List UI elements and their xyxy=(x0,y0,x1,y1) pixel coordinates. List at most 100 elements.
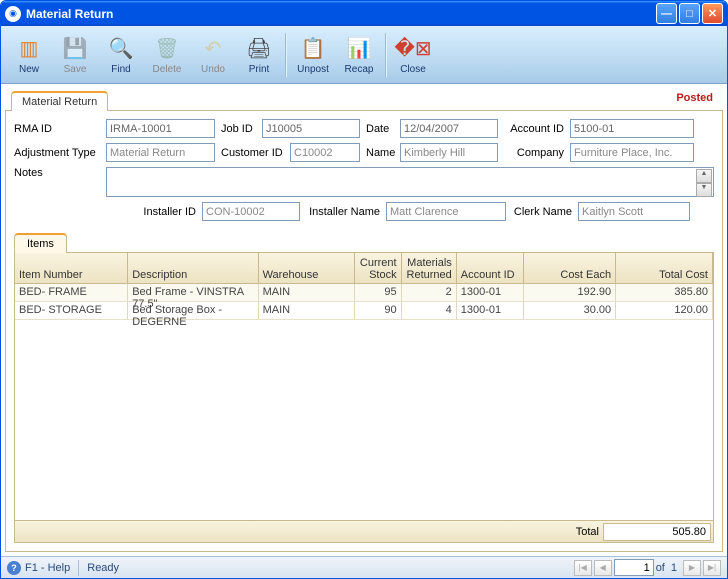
unpost-button[interactable]: 📋 Unpost xyxy=(291,29,335,81)
col-current-stock[interactable]: Current Stock xyxy=(355,253,401,283)
tab-items[interactable]: Items xyxy=(14,233,67,253)
cell-account-id: 1300-01 xyxy=(457,302,524,319)
new-icon: ▥ xyxy=(15,34,43,62)
date-label: Date xyxy=(366,123,394,135)
job-id-input[interactable] xyxy=(262,119,360,138)
statusbar-separator xyxy=(78,560,79,576)
table-row[interactable]: BED- STORAGEBed Storage Box - DEGERNEMAI… xyxy=(15,302,713,320)
col-description[interactable]: Description xyxy=(128,253,258,283)
undo-icon: ↶ xyxy=(199,34,227,62)
account-id-input[interactable] xyxy=(570,119,694,138)
grid-footer: Total 505.80 xyxy=(15,520,713,542)
total-value: 505.80 xyxy=(603,523,711,541)
cell-item-number: BED- FRAME xyxy=(15,284,128,301)
clerk-name-input[interactable] xyxy=(578,202,690,221)
new-button[interactable]: ▥ New xyxy=(7,29,51,81)
cell-current-stock: 90 xyxy=(355,302,401,319)
cell-total-cost: 385.80 xyxy=(616,284,713,301)
cell-current-stock: 95 xyxy=(355,284,401,301)
installer-name-input[interactable] xyxy=(386,202,506,221)
close-window-button[interactable]: ✕ xyxy=(702,3,723,24)
save-icon: 💾 xyxy=(61,34,89,62)
pager-first-button[interactable]: |◀ xyxy=(574,560,592,576)
pager-of: of xyxy=(656,562,665,574)
items-grid: Item Number Description Warehouse Curren… xyxy=(14,252,714,543)
installer-id-input[interactable] xyxy=(202,202,300,221)
form-row: RMA ID Job ID Date Account ID xyxy=(14,119,714,138)
pager-last-button[interactable]: ▶| xyxy=(703,560,721,576)
job-id-label: Job ID xyxy=(221,123,256,135)
col-account-id[interactable]: Account ID xyxy=(457,253,524,283)
help-hint[interactable]: ? F1 - Help xyxy=(7,561,70,575)
print-button[interactable]: 🖨 Print xyxy=(237,29,281,81)
adj-type-label: Adjustment Type xyxy=(14,147,100,159)
cell-warehouse: MAIN xyxy=(259,284,356,301)
recap-button[interactable]: 📊 Recap xyxy=(337,29,381,81)
close-icon: �⊠ xyxy=(399,34,427,62)
col-materials-returned[interactable]: Materials Returned xyxy=(402,253,457,283)
installer-name-label: Installer Name xyxy=(306,206,380,218)
toolbar: ▥ New 💾 Save 🔍 Find 🗑 Delete ↶ Undo 🖨 Pr… xyxy=(1,26,727,84)
cell-warehouse: MAIN xyxy=(259,302,356,319)
delete-button[interactable]: 🗑 Delete xyxy=(145,29,189,81)
main-panel: RMA ID Job ID Date Account ID Adjustment… xyxy=(5,110,723,552)
main-tabstrip: Material Return Posted xyxy=(5,88,723,110)
cell-account-id: 1300-01 xyxy=(457,284,524,301)
table-row[interactable]: BED- FRAMEBed Frame - VINSTRA 77.5"MAIN9… xyxy=(15,284,713,302)
minimize-button[interactable]: — xyxy=(656,3,677,24)
status-ready: Ready xyxy=(87,562,119,574)
company-input[interactable] xyxy=(570,143,694,162)
pager-prev-button[interactable]: ◀ xyxy=(594,560,612,576)
window-title: Material Return xyxy=(26,7,656,21)
customer-id-input[interactable] xyxy=(290,143,360,162)
close-button[interactable]: �⊠ Close xyxy=(391,29,435,81)
save-button[interactable]: 💾 Save xyxy=(53,29,97,81)
name-input[interactable] xyxy=(400,143,498,162)
pager-total-pages: 1 xyxy=(667,562,681,574)
grid-body: BED- FRAMEBed Frame - VINSTRA 77.5"MAIN9… xyxy=(15,284,713,520)
app-window: ◉ Material Return — □ ✕ ▥ New 💾 Save 🔍 F… xyxy=(0,0,728,579)
window-controls: — □ ✕ xyxy=(656,3,723,24)
find-button[interactable]: 🔍 Find xyxy=(99,29,143,81)
cell-total-cost: 120.00 xyxy=(616,302,713,319)
tab-material-return[interactable]: Material Return xyxy=(11,91,108,111)
app-icon: ◉ xyxy=(5,6,21,22)
company-label: Company xyxy=(504,147,564,159)
help-icon: ? xyxy=(7,561,21,575)
post-status: Posted xyxy=(676,92,713,104)
form-row: Adjustment Type Customer ID Name Company xyxy=(14,143,714,162)
rma-id-label: RMA ID xyxy=(14,123,100,135)
cell-materials-returned: 2 xyxy=(402,284,457,301)
installer-id-label: Installer ID xyxy=(140,206,196,218)
cell-materials-returned: 4 xyxy=(402,302,457,319)
scroll-down-button[interactable]: ▼ xyxy=(696,183,712,197)
notes-scroll-buttons: ▲ ▼ xyxy=(696,169,712,197)
account-id-label: Account ID xyxy=(504,123,564,135)
maximize-button[interactable]: □ xyxy=(679,3,700,24)
col-total-cost[interactable]: Total Cost xyxy=(616,253,713,283)
date-input[interactable] xyxy=(400,119,498,138)
pager-page-input[interactable] xyxy=(614,559,654,576)
client-area: Material Return Posted RMA ID Job ID Dat… xyxy=(1,84,727,556)
statusbar: ? F1 - Help Ready |◀ ◀ of 1 ▶ ▶| xyxy=(1,556,727,578)
rma-id-input[interactable] xyxy=(106,119,215,138)
col-warehouse[interactable]: Warehouse xyxy=(259,253,356,283)
name-label: Name xyxy=(366,147,394,159)
clerk-name-label: Clerk Name xyxy=(512,206,572,218)
unpost-icon: 📋 xyxy=(299,34,327,62)
toolbar-separator xyxy=(385,33,387,77)
pager-next-button[interactable]: ▶ xyxy=(683,560,701,576)
print-icon: 🖨 xyxy=(245,34,273,62)
undo-button[interactable]: ↶ Undo xyxy=(191,29,235,81)
recap-icon: 📊 xyxy=(345,34,373,62)
scroll-up-button[interactable]: ▲ xyxy=(696,169,712,183)
col-item-number[interactable]: Item Number xyxy=(15,253,128,283)
form-row: Notes ▲ ▼ xyxy=(14,167,714,197)
adj-type-input[interactable] xyxy=(106,143,215,162)
cell-cost-each: 30.00 xyxy=(524,302,616,319)
notes-input[interactable]: ▲ ▼ xyxy=(106,167,714,197)
col-cost-each[interactable]: Cost Each xyxy=(524,253,616,283)
titlebar[interactable]: ◉ Material Return — □ ✕ xyxy=(1,1,727,26)
form-row: Installer ID Installer Name Clerk Name xyxy=(14,202,714,221)
customer-id-label: Customer ID xyxy=(221,147,284,159)
